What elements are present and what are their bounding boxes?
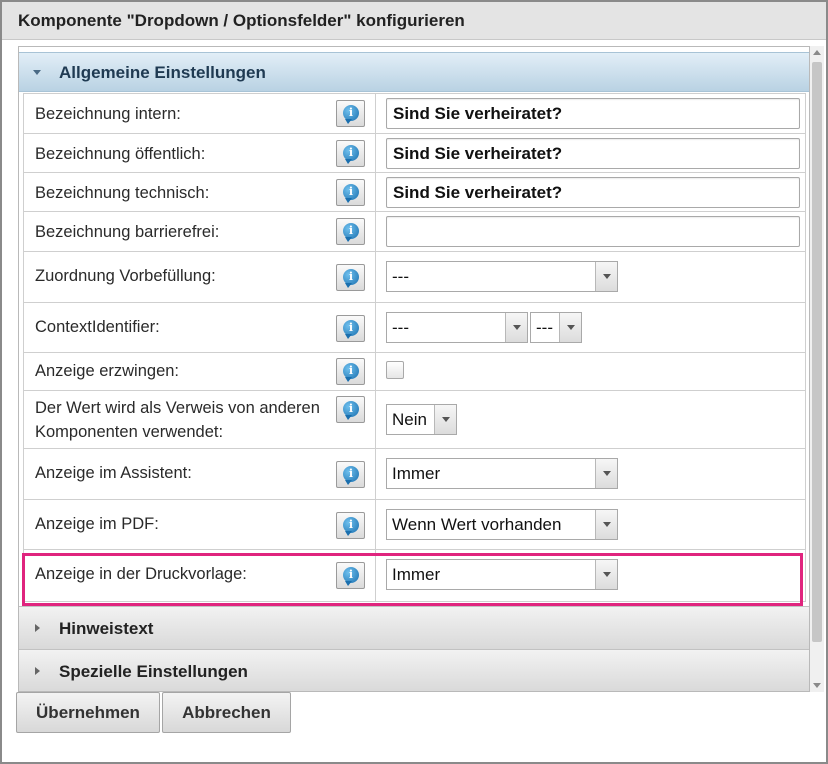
row-force-display: Anzeige erzwingen: i [23,352,806,391]
chevron-down-icon [505,313,527,342]
display-assistant-select[interactable]: Immer [386,458,618,489]
accessible-name-input[interactable] [386,216,800,247]
info-button-prefill-mapping[interactable]: i [336,264,365,291]
prefill-mapping-select[interactable]: --- [386,261,618,292]
info-button-display-pdf[interactable]: i [336,512,365,539]
info-button-context-identifier[interactable]: i [336,315,365,342]
display-pdf-select[interactable]: Wenn Wert vorhanden [386,509,618,540]
row-display-assistant: Anzeige im Assistent: i Immer [23,448,806,500]
context-identifier-select-2[interactable]: --- [530,312,582,343]
display-pdf-value: Wenn Wert vorhanden [392,515,562,534]
row-context-identifier: ContextIdentifier: i --- --- [23,302,806,353]
scroll-down-icon[interactable] [810,678,824,692]
general-settings-table: Bezeichnung intern: i Sind Sie verheirat… [23,93,806,602]
section-general-label: Allgemeine Einstellungen [59,63,266,82]
technical-name-label: Bezeichnung technisch: [35,184,210,202]
technical-name-input[interactable]: Sind Sie verheiratet? [386,177,800,208]
context-identifier-select-1[interactable]: --- [386,312,528,343]
section-hint-label: Hinweistext [59,619,154,638]
used-as-reference-label: Der Wert wird als Verweis von anderen Ko… [35,399,320,441]
display-assistant-label: Anzeige im Assistent: [35,464,192,482]
row-display-pdf: Anzeige im PDF: i Wenn Wert vorhanden [23,499,806,550]
vertical-scrollbar[interactable] [810,46,824,692]
chevron-down-icon [595,262,617,291]
prefill-mapping-label: Zuordnung Vorbefüllung: [35,267,216,285]
scrollbar-thumb[interactable] [812,62,822,642]
scroll-up-icon[interactable] [810,46,824,60]
public-name-input[interactable]: Sind Sie verheiratet? [386,138,800,169]
display-print-select[interactable]: Immer [386,559,618,590]
info-button-force-display[interactable]: i [336,358,365,385]
section-special-label: Spezielle Einstellungen [59,662,248,681]
info-button-technical-name[interactable]: i [336,179,365,206]
chevron-down-icon [595,459,617,488]
chevron-down-icon [595,510,617,539]
row-technical-name: Bezeichnung technisch: i Sind Sie verhei… [23,172,806,212]
row-internal-name: Bezeichnung intern: i Sind Sie verheirat… [23,93,806,134]
force-display-checkbox[interactable] [386,361,404,379]
row-accessible-name: Bezeichnung barrierefrei: i [23,211,806,252]
row-public-name: Bezeichnung öffentlich: i Sind Sie verhe… [23,133,806,173]
apply-button[interactable]: Übernehmen [16,692,160,733]
accessible-name-label: Bezeichnung barrierefrei: [35,223,220,241]
info-button-used-as-reference[interactable]: i [336,396,365,423]
triangle-right-icon [35,624,40,632]
context-identifier-value-1: --- [392,318,409,337]
row-display-print: Anzeige in der Druckvorlage: i Immer [23,549,806,602]
chevron-down-icon [595,560,617,589]
display-assistant-value: Immer [392,464,441,483]
row-used-as-reference: Der Wert wird als Verweis von anderen Ko… [23,390,806,449]
configure-component-dialog: Komponente "Dropdown / Optionsfelder" ko… [0,0,828,764]
section-special-settings[interactable]: Spezielle Einstellungen [19,649,809,691]
context-identifier-label: ContextIdentifier: [35,318,160,336]
info-button-display-assistant[interactable]: i [336,461,365,488]
section-general-settings[interactable]: Allgemeine Einstellungen [19,52,809,92]
dialog-title: Komponente "Dropdown / Optionsfelder" ko… [2,2,826,40]
info-button-public-name[interactable]: i [336,140,365,167]
settings-scroll-area: Allgemeine Einstellungen Bezeichnung int… [18,46,810,692]
display-print-value: Immer [392,565,441,584]
triangle-right-icon [35,667,40,675]
internal-name-input[interactable]: Sind Sie verheiratet? [386,98,800,129]
context-identifier-value-2: --- [536,318,553,337]
display-pdf-label: Anzeige im PDF: [35,515,159,533]
public-name-label: Bezeichnung öffentlich: [35,145,206,163]
row-prefill-mapping: Zuordnung Vorbefüllung: i --- [23,251,806,303]
force-display-label: Anzeige erzwingen: [35,362,180,380]
display-print-label: Anzeige in der Druckvorlage: [35,565,247,583]
info-button-internal-name[interactable]: i [336,100,365,127]
used-as-reference-select[interactable]: Nein [386,404,457,435]
section-hint-text[interactable]: Hinweistext [19,606,809,650]
info-button-accessible-name[interactable]: i [336,218,365,245]
internal-name-label: Bezeichnung intern: [35,105,181,123]
info-button-display-print[interactable]: i [336,562,365,589]
used-as-reference-value: Nein [392,410,427,429]
chevron-down-icon [559,313,581,342]
chevron-down-icon [434,405,456,434]
cancel-button[interactable]: Abbrechen [162,692,291,733]
prefill-mapping-value: --- [392,267,409,286]
triangle-down-icon [33,70,41,75]
